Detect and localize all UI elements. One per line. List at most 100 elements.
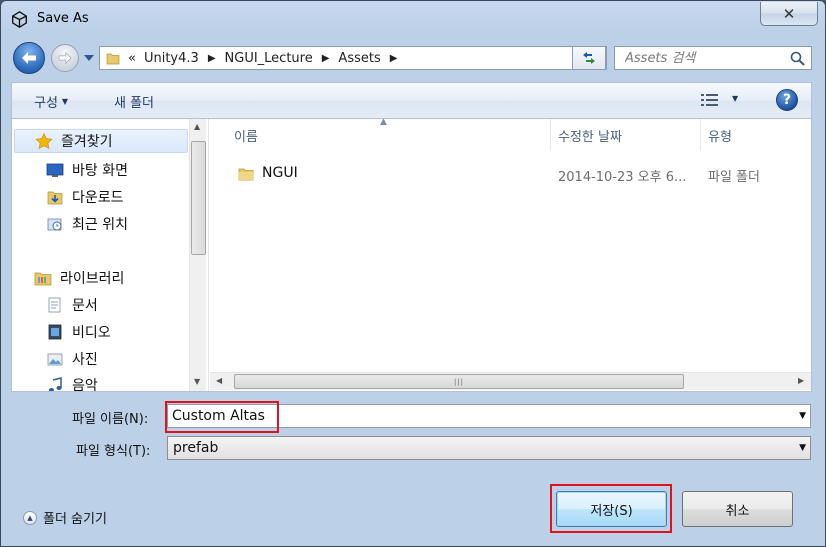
star-icon bbox=[35, 133, 53, 149]
folder-icon bbox=[106, 53, 120, 64]
recent-pages-dropdown-icon[interactable] bbox=[83, 53, 95, 63]
window-title: Save As bbox=[37, 11, 89, 26]
column-header-date[interactable]: 수정한 날짜 bbox=[558, 119, 698, 151]
browser-pane: 즐겨찾기 바탕 화면 다운로드 최근 위치 라이브러리 문서 비디오 사진 음악… bbox=[11, 117, 812, 392]
view-details-icon[interactable] bbox=[700, 92, 720, 108]
breadcrumb-label: Unity4.3 bbox=[143, 50, 199, 66]
breadcrumb-unity[interactable]: Unity4.3 ▶ bbox=[144, 51, 225, 66]
title-bar: Save As ✕ bbox=[1, 1, 825, 37]
save-as-dialog: Save As ✕ « Unity4.3 ▶ NGUI_Lecture ▶ As… bbox=[0, 0, 826, 547]
filename-highlight-box bbox=[165, 401, 279, 433]
command-toolbar: 구성 ▼ 새 폴더 ▼ ? bbox=[11, 82, 812, 118]
help-icon[interactable]: ? bbox=[776, 89, 798, 111]
file-list: ▲ 이름 수정한 날짜 유형 NGUI 2014-10-23 오후 6... 파… bbox=[210, 117, 811, 391]
organize-label: 구성 bbox=[34, 96, 58, 111]
nav-item-label: 최근 위치 bbox=[72, 217, 128, 233]
nav-item-documents[interactable]: 문서 bbox=[46, 295, 98, 315]
arrow-right-icon bbox=[58, 52, 72, 64]
filetype-label: 파일 형식(T): bbox=[76, 444, 151, 459]
nav-item-pictures[interactable]: 사진 bbox=[46, 349, 98, 369]
chevron-down-icon: ▼ bbox=[61, 97, 69, 106]
column-header-label: 수정한 날짜 bbox=[558, 129, 622, 145]
refresh-icon bbox=[583, 52, 595, 64]
nav-pane-scrollbar[interactable]: ▲ ▼ bbox=[189, 119, 206, 391]
file-name: NGUI bbox=[262, 165, 298, 181]
navigation-pane: 즐겨찾기 바탕 화면 다운로드 최근 위치 라이브러리 문서 비디오 사진 음악… bbox=[12, 119, 208, 391]
nav-item-label: 비디오 bbox=[72, 325, 111, 341]
libraries-icon bbox=[34, 272, 52, 286]
pane-divider[interactable] bbox=[208, 119, 209, 391]
column-header-type[interactable]: 유형 bbox=[708, 119, 808, 151]
nav-item-label: 다운로드 bbox=[72, 190, 124, 206]
downloads-folder-icon bbox=[47, 191, 63, 205]
column-resize-handle[interactable] bbox=[550, 119, 551, 151]
nav-item-downloads[interactable]: 다운로드 bbox=[46, 187, 124, 207]
breadcrumb-ngui-lecture[interactable]: NGUI_Lecture ▶ bbox=[225, 51, 339, 66]
arrow-left-icon bbox=[22, 52, 36, 64]
file-type: 파일 폴더 bbox=[708, 170, 760, 185]
file-date: 2014-10-23 오후 6... bbox=[558, 170, 687, 185]
breadcrumb-separator-icon[interactable]: ▶ bbox=[208, 53, 216, 64]
nav-item-label: 라이브러리 bbox=[60, 271, 125, 287]
view-options-chevron-icon[interactable]: ▼ bbox=[732, 94, 738, 103]
breadcrumb-assets[interactable]: Assets ▶ bbox=[338, 51, 406, 66]
chevron-down-icon[interactable]: ▼ bbox=[799, 443, 806, 453]
collapse-up-icon: ▲ bbox=[23, 510, 37, 525]
horizontal-scroll-thumb[interactable]: ||| bbox=[234, 374, 684, 389]
new-folder-button[interactable]: 새 폴더 bbox=[114, 92, 154, 111]
breadcrumb-separator-icon[interactable]: ▶ bbox=[322, 53, 330, 64]
filetype-select[interactable]: prefab ▼ bbox=[167, 436, 811, 460]
nav-item-libraries[interactable]: 라이브러리 bbox=[34, 268, 124, 288]
breadcrumb-label: Assets bbox=[338, 50, 381, 66]
column-header-name[interactable]: 이름 bbox=[234, 119, 550, 151]
back-button[interactable] bbox=[13, 42, 45, 74]
unity-logo-icon bbox=[12, 11, 27, 28]
column-resize-handle[interactable] bbox=[700, 119, 701, 151]
nav-item-label: 문서 bbox=[72, 298, 98, 314]
nav-item-videos[interactable]: 비디오 bbox=[46, 322, 111, 342]
nav-item-label: 즐겨찾기 bbox=[61, 134, 113, 150]
scroll-left-icon[interactable]: ◀ bbox=[216, 376, 222, 385]
hide-folders-label: 폴더 숨기기 bbox=[43, 512, 107, 527]
breadcrumb-separator-icon[interactable]: ▶ bbox=[390, 53, 398, 64]
search-box[interactable] bbox=[614, 46, 812, 70]
nav-item-music[interactable]: 음악 bbox=[46, 375, 98, 391]
organize-button[interactable]: 구성 ▼ bbox=[34, 92, 68, 111]
scroll-right-icon[interactable]: ▶ bbox=[798, 376, 804, 385]
hide-folders-button[interactable]: ▲ 폴더 숨기기 bbox=[23, 508, 107, 527]
refresh-button[interactable] bbox=[572, 46, 606, 70]
nav-pane-scroll-thumb[interactable] bbox=[191, 141, 206, 255]
folder-icon bbox=[238, 168, 254, 180]
nav-item-label: 사진 bbox=[72, 352, 98, 368]
pictures-icon bbox=[47, 353, 63, 366]
file-list-horizontal-scrollbar[interactable]: ◀ ||| ▶ bbox=[210, 372, 811, 390]
column-header-label: 이름 bbox=[234, 129, 258, 145]
address-bar[interactable]: « Unity4.3 ▶ NGUI_Lecture ▶ Assets ▶ bbox=[99, 46, 607, 70]
file-name-cell[interactable]: NGUI bbox=[238, 165, 298, 181]
save-button[interactable]: 저장(S) bbox=[556, 491, 667, 527]
close-button[interactable]: ✕ bbox=[760, 2, 818, 26]
music-icon bbox=[49, 377, 62, 391]
search-input[interactable] bbox=[625, 50, 790, 66]
videos-icon bbox=[48, 324, 62, 340]
nav-item-favorites[interactable]: 즐겨찾기 bbox=[14, 129, 188, 153]
filename-history-chevron-icon[interactable]: ▼ bbox=[799, 411, 806, 421]
desktop-icon bbox=[46, 163, 64, 177]
scroll-down-icon[interactable]: ▼ bbox=[194, 377, 200, 386]
close-icon: ✕ bbox=[782, 4, 796, 23]
nav-item-label: 음악 bbox=[72, 378, 98, 391]
recent-places-icon bbox=[47, 218, 62, 231]
forward-button[interactable] bbox=[51, 44, 79, 72]
filetype-value: prefab bbox=[173, 440, 219, 456]
nav-item-label: 바탕 화면 bbox=[72, 163, 128, 179]
breadcrumb-label: NGUI_Lecture bbox=[224, 50, 313, 66]
new-folder-label: 새 폴더 bbox=[114, 96, 155, 111]
scroll-up-icon[interactable]: ▲ bbox=[194, 122, 200, 131]
nav-item-desktop[interactable]: 바탕 화면 bbox=[46, 160, 128, 180]
nav-item-recent-places[interactable]: 최근 위치 bbox=[46, 214, 128, 234]
cancel-button[interactable]: 취소 bbox=[682, 491, 793, 527]
search-icon[interactable] bbox=[790, 51, 805, 66]
column-header-label: 유형 bbox=[708, 129, 732, 145]
breadcrumb-overflow[interactable]: « bbox=[128, 51, 136, 66]
documents-icon bbox=[48, 297, 61, 313]
